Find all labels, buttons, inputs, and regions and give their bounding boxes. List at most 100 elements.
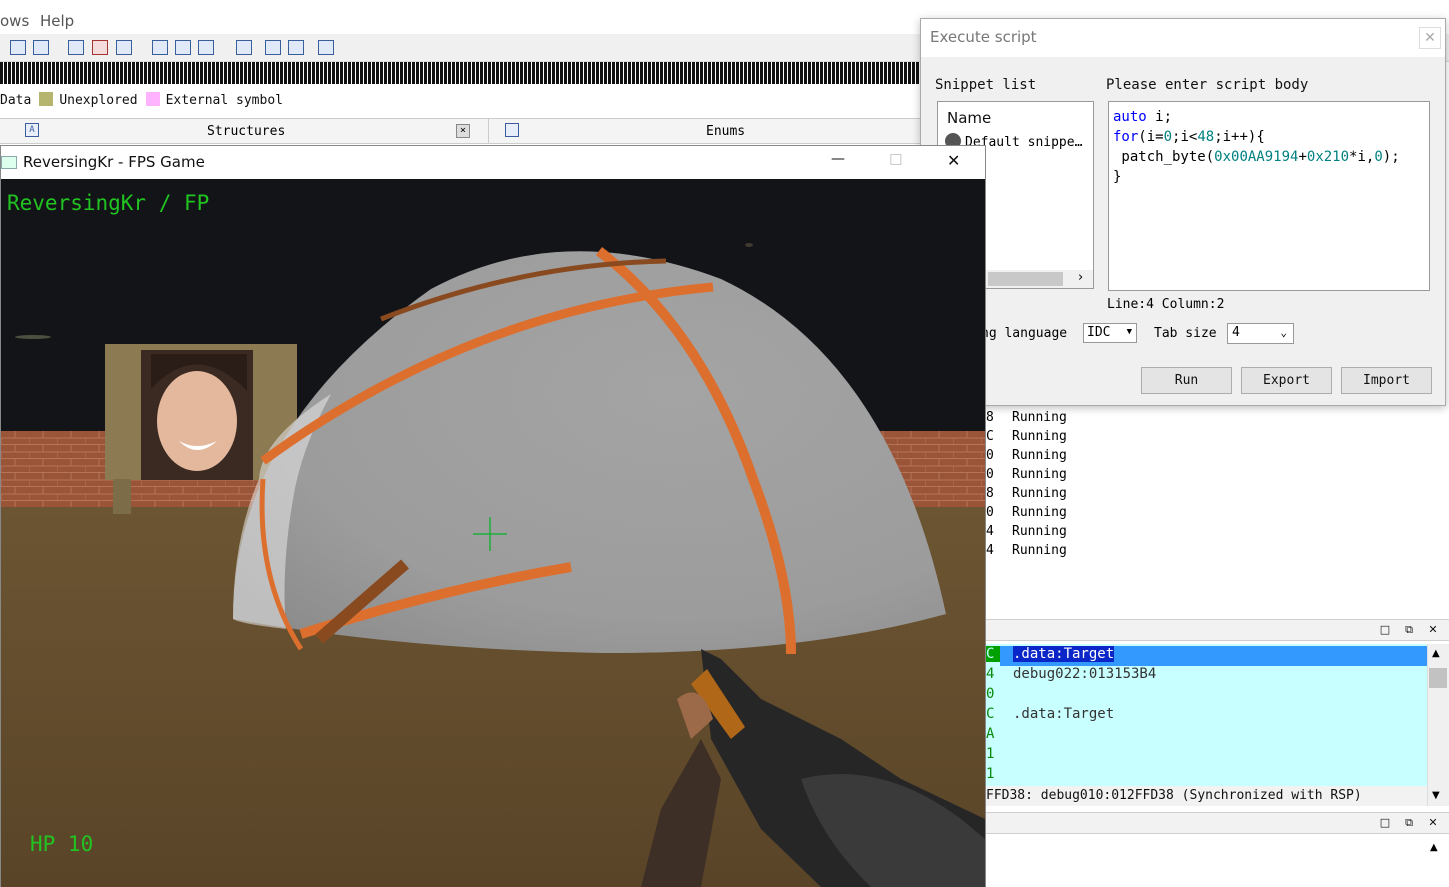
- stack-row[interactable]: A: [986, 726, 1427, 746]
- stack-address: C: [986, 706, 995, 722]
- frame-post: [113, 479, 131, 514]
- toolbar-watch-icon[interactable]: [152, 40, 168, 55]
- stack-view[interactable]: C .data:Target 4 debug022:013153B4 0 C .data:T…: [986, 644, 1427, 786]
- game-titlebar: ReversingKr - FPS Game — ☐ ✕: [1, 146, 985, 179]
- stack-row[interactable]: C .data:Target: [986, 646, 1427, 666]
- close-icon[interactable]: ✕: [1426, 816, 1440, 830]
- tab-divider: [488, 119, 489, 143]
- close-button[interactable]: ✕: [947, 151, 960, 170]
- code-token: (i=: [1138, 129, 1164, 145]
- script-editor[interactable]: auto i; for(i=0;i<48;i++){ patch_byte(0x…: [1108, 101, 1430, 291]
- enums-icon: [505, 123, 519, 137]
- tab-size-select[interactable]: 4 ⌄: [1227, 323, 1294, 344]
- distant-light: [745, 243, 753, 247]
- hud-health: HP 10: [30, 832, 94, 856]
- tab-enums[interactable]: Enums: [706, 124, 745, 139]
- toolbar-remove-watch-icon[interactable]: [198, 40, 214, 55]
- output-panel[interactable]: ▲: [986, 836, 1449, 887]
- menu-help[interactable]: Help: [40, 12, 74, 30]
- snippet-name-header[interactable]: Name: [947, 109, 991, 127]
- code-token: +: [1298, 149, 1307, 165]
- dialog-close-button[interactable]: ✕: [1419, 27, 1441, 49]
- structures-close-icon[interactable]: ×: [456, 124, 470, 138]
- thread-row[interactable]: 4 Running: [986, 524, 1449, 543]
- toolbar-delete-icon[interactable]: [116, 40, 132, 55]
- thread-state: Running: [1012, 505, 1067, 520]
- float-icon[interactable]: ⧉: [1402, 816, 1416, 830]
- toolbar-graph-icon[interactable]: [318, 40, 334, 55]
- legend-unexplored-swatch: [39, 92, 54, 106]
- thread-state: Running: [1012, 410, 1067, 425]
- stack-panel-header: □ ⧉ ✕: [986, 619, 1449, 641]
- thread-row[interactable]: 0 Running: [986, 505, 1449, 524]
- code-token: 0x210: [1306, 149, 1350, 165]
- stack-row[interactable]: 1: [986, 746, 1427, 766]
- thread-state: Running: [1012, 524, 1067, 539]
- stack-address: 4: [986, 666, 995, 682]
- import-button[interactable]: Import: [1341, 367, 1432, 394]
- code-token: 0: [1163, 129, 1173, 145]
- portrait-face: [157, 371, 237, 471]
- language-select[interactable]: IDC ▼: [1083, 323, 1137, 343]
- maximize-button[interactable]: ☐: [889, 151, 902, 169]
- scroll-up-icon[interactable]: ▲: [1430, 842, 1438, 853]
- thread-id: 4: [986, 524, 994, 539]
- close-icon[interactable]: ✕: [1426, 623, 1440, 637]
- scroll-thumb[interactable]: [1429, 668, 1447, 688]
- thread-row[interactable]: 8 Running: [986, 486, 1449, 505]
- toolbar-add-breakpoint-icon[interactable]: [92, 40, 108, 55]
- scroll-up-icon[interactable]: ▲: [1432, 648, 1440, 659]
- stack-row[interactable]: 1: [986, 766, 1427, 786]
- chevron-down-icon: ⌄: [1280, 326, 1287, 339]
- legend-external-swatch: [145, 92, 160, 106]
- code-token: 0: [1374, 149, 1383, 165]
- thread-state: Running: [1012, 543, 1067, 558]
- snippet-list-label: Snippet list: [935, 77, 1037, 93]
- stack-row[interactable]: 4 debug022:013153B4: [986, 666, 1427, 686]
- scroll-thumb[interactable]: [988, 272, 1063, 286]
- run-button[interactable]: Run: [1141, 367, 1232, 394]
- toolbar-breakpoint-icon[interactable]: [68, 40, 84, 55]
- toolbar-open-icon[interactable]: [10, 40, 26, 55]
- tab-structures[interactable]: Structures: [207, 124, 285, 139]
- subview-tabs: A Structures × Enums: [0, 118, 985, 144]
- code-token: );: [1382, 149, 1400, 165]
- stack-row[interactable]: 0: [986, 686, 1427, 706]
- navigation-band[interactable]: [0, 62, 920, 84]
- thread-id: 0: [986, 505, 994, 520]
- thread-row[interactable]: 0 Running: [986, 448, 1449, 467]
- thread-row[interactable]: C Running: [986, 429, 1449, 448]
- menu-windows[interactable]: ows: [0, 12, 29, 30]
- thread-row[interactable]: 4 Running: [986, 543, 1449, 562]
- toolbar-step-icon[interactable]: [265, 40, 281, 55]
- export-button[interactable]: Export: [1241, 367, 1332, 394]
- scroll-right-icon[interactable]: ›: [1078, 270, 1083, 285]
- restore-icon[interactable]: □: [1378, 623, 1392, 637]
- legend-external-label: External symbol: [165, 93, 283, 108]
- stack-status-bar: FFD38: debug010:012FFD38 (Synchronized w…: [986, 786, 1427, 806]
- game-window: ReversingKr - FPS Game — ☐ ✕ ReversingKr…: [0, 145, 986, 887]
- language-value: IDC: [1087, 325, 1111, 340]
- tab-size-value: 4: [1232, 325, 1240, 340]
- toolbar-run-to-icon[interactable]: [288, 40, 304, 55]
- dialog-title: Execute script: [921, 19, 1445, 57]
- stack-scrollbar[interactable]: ▲ ▼: [1427, 644, 1449, 806]
- stack-row[interactable]: C .data:Target: [986, 706, 1427, 726]
- thread-row[interactable]: 0 Running: [986, 467, 1449, 486]
- thread-row[interactable]: 8 Running: [986, 410, 1449, 429]
- stack-address: 0: [986, 686, 995, 702]
- minimize-button[interactable]: —: [831, 151, 845, 167]
- thread-id: C: [986, 429, 994, 444]
- game-viewport[interactable]: ReversingKr / FP HP 10: [1, 179, 985, 887]
- execute-script-dialog: Execute script ✕ Snippet list Name Defau…: [920, 18, 1446, 406]
- panel3-header: □ ⧉ ✕: [986, 812, 1449, 834]
- toolbar-trace-icon[interactable]: [236, 40, 252, 55]
- code-token: for: [1113, 129, 1139, 145]
- code-token: i;: [1146, 109, 1173, 125]
- restore-icon[interactable]: □: [1378, 816, 1392, 830]
- stack-value: .data:Target: [1013, 706, 1115, 722]
- toolbar-add-watch-icon[interactable]: [175, 40, 191, 55]
- toolbar-save-icon[interactable]: [33, 40, 49, 55]
- scroll-down-icon[interactable]: ▼: [1432, 790, 1440, 801]
- float-icon[interactable]: ⧉: [1402, 623, 1416, 637]
